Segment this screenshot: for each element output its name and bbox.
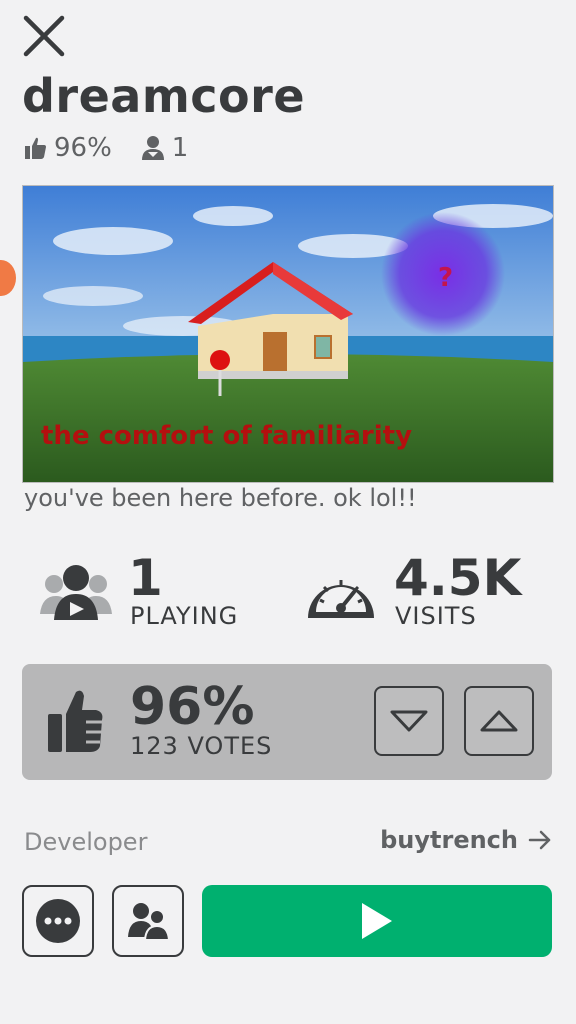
friends-button[interactable] xyxy=(112,885,184,957)
more-options-button[interactable] xyxy=(22,885,94,957)
thumbnail-image: ? the comfort of familiarity xyxy=(23,186,553,482)
game-title: dreamcore xyxy=(22,69,306,123)
thumbs-up-arrow-icon xyxy=(480,710,518,732)
upvote-button[interactable] xyxy=(464,686,534,756)
playing-value: 1 xyxy=(128,549,163,607)
play-button[interactable] xyxy=(202,885,552,957)
developer-name: buytrench xyxy=(380,826,518,854)
developer-label: Developer xyxy=(24,828,148,856)
game-thumbnail[interactable]: ? the comfort of familiarity xyxy=(22,185,554,483)
like-rating: 96% xyxy=(24,133,112,163)
downvote-button[interactable] xyxy=(374,686,444,756)
thumbnail-caption: the comfort of familiarity xyxy=(41,421,412,451)
thumbnail-symbol: ? xyxy=(438,263,453,293)
players-icon xyxy=(38,562,114,624)
visits-label: VISITS xyxy=(395,602,477,630)
more-icon xyxy=(36,899,80,943)
play-icon xyxy=(362,903,392,939)
player-count: 1 xyxy=(140,133,189,163)
thumbs-down-arrow-icon xyxy=(390,710,428,732)
close-icon xyxy=(23,15,65,57)
arrow-right-icon xyxy=(528,830,551,850)
playing-label: PLAYING xyxy=(130,602,239,630)
close-button[interactable] xyxy=(22,14,66,58)
person-icon xyxy=(141,136,164,160)
vote-percent: 96% xyxy=(130,677,255,737)
friends-icon xyxy=(128,903,170,941)
like-percent: 96% xyxy=(54,133,112,163)
thumbs-up-icon xyxy=(25,137,46,159)
vote-count: 123 VOTES xyxy=(130,732,273,760)
game-meta-row: 96% 1 xyxy=(24,128,208,168)
speedometer-icon xyxy=(304,562,378,624)
game-description: you've been here before. ok lol!! xyxy=(24,484,417,512)
developer-link[interactable]: buytrench xyxy=(380,826,552,854)
player-count-value: 1 xyxy=(171,133,189,163)
edge-notification-badge[interactable] xyxy=(0,260,16,296)
thumbs-up-icon xyxy=(46,688,106,754)
vote-panel: 96% 123 VOTES xyxy=(22,664,552,780)
visits-value: 4.5K xyxy=(394,549,522,607)
